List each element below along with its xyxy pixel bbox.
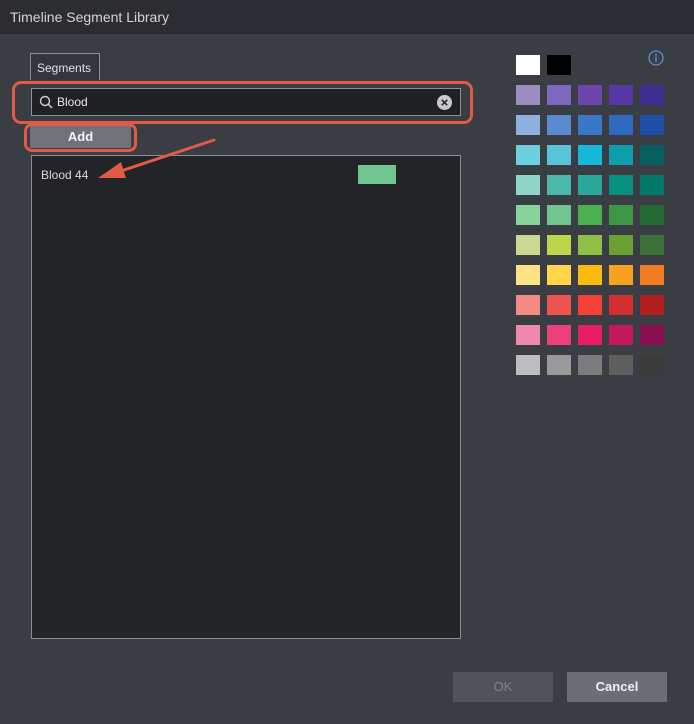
- palette-color-swatch[interactable]: [547, 85, 571, 105]
- palette-color-swatch[interactable]: [547, 115, 571, 135]
- palette-color-swatch[interactable]: [547, 295, 571, 315]
- palette-color-swatch[interactable]: [547, 355, 571, 375]
- add-button[interactable]: Add: [30, 126, 131, 148]
- palette-color-swatch[interactable]: [516, 265, 540, 285]
- segment-color-swatch[interactable]: [358, 165, 396, 184]
- palette-color-swatch[interactable]: [609, 355, 633, 375]
- segment-list[interactable]: Blood 44: [31, 155, 461, 639]
- palette-color-swatch[interactable]: [609, 85, 633, 105]
- search-box[interactable]: [31, 88, 461, 116]
- palette-color-swatch[interactable]: [516, 85, 540, 105]
- palette-color-swatch[interactable]: [609, 175, 633, 195]
- palette-color-swatch[interactable]: [640, 325, 664, 345]
- palette-color-swatch[interactable]: [516, 235, 540, 255]
- palette-color-swatch[interactable]: [547, 55, 571, 75]
- title-bar: Timeline Segment Library: [0, 0, 694, 34]
- palette-color-swatch[interactable]: [516, 295, 540, 315]
- palette-color-swatch[interactable]: [578, 175, 602, 195]
- palette-color-swatch[interactable]: [516, 355, 540, 375]
- palette-color-swatch[interactable]: [609, 265, 633, 285]
- palette-color-swatch[interactable]: [609, 295, 633, 315]
- palette-color-swatch[interactable]: [578, 265, 602, 285]
- palette-color-swatch[interactable]: [516, 325, 540, 345]
- palette-color-swatch[interactable]: [609, 115, 633, 135]
- palette-color-swatch[interactable]: [578, 205, 602, 225]
- segment-name: Blood 44: [41, 168, 89, 182]
- palette-color-swatch[interactable]: [547, 205, 571, 225]
- palette-color-swatch[interactable]: [578, 355, 602, 375]
- window-title: Timeline Segment Library: [10, 9, 169, 25]
- palette-color-swatch[interactable]: [640, 205, 664, 225]
- palette-color-swatch[interactable]: [516, 115, 540, 135]
- palette-color-swatch[interactable]: [516, 175, 540, 195]
- palette-color-swatch[interactable]: [609, 325, 633, 345]
- palette-color-swatch[interactable]: [640, 355, 664, 375]
- search-icon: [39, 95, 53, 109]
- palette-color-swatch[interactable]: [516, 55, 540, 75]
- search-input[interactable]: [57, 92, 427, 112]
- palette-color-swatch[interactable]: [516, 145, 540, 165]
- palette-color-swatch[interactable]: [578, 235, 602, 255]
- palette-color-swatch[interactable]: [578, 145, 602, 165]
- palette-color-swatch[interactable]: [640, 115, 664, 135]
- clear-icon[interactable]: [437, 95, 452, 110]
- palette-color-swatch[interactable]: [547, 235, 571, 255]
- palette-color-swatch[interactable]: [547, 145, 571, 165]
- palette-color-swatch[interactable]: [609, 235, 633, 255]
- cancel-button[interactable]: Cancel: [567, 672, 667, 702]
- palette-color-swatch[interactable]: [640, 145, 664, 165]
- palette-color-swatch[interactable]: [640, 175, 664, 195]
- palette-color-swatch[interactable]: [516, 205, 540, 225]
- palette-color-swatch[interactable]: [640, 295, 664, 315]
- palette-color-swatch[interactable]: [640, 265, 664, 285]
- palette-color-swatch[interactable]: [640, 85, 664, 105]
- list-item[interactable]: Blood 44: [32, 164, 460, 186]
- palette-color-swatch[interactable]: [609, 205, 633, 225]
- palette-color-swatch[interactable]: [578, 325, 602, 345]
- tab-segments[interactable]: Segments: [30, 53, 100, 80]
- palette-color-swatch[interactable]: [547, 265, 571, 285]
- palette-color-swatch[interactable]: [578, 85, 602, 105]
- ok-button[interactable]: OK: [453, 672, 553, 702]
- palette-color-swatch[interactable]: [547, 175, 571, 195]
- palette-color-swatch[interactable]: [640, 235, 664, 255]
- palette-color-swatch[interactable]: [547, 325, 571, 345]
- palette-color-swatch[interactable]: [609, 145, 633, 165]
- palette-color-swatch[interactable]: [578, 115, 602, 135]
- color-palette: [516, 55, 694, 375]
- palette-color-swatch[interactable]: [578, 295, 602, 315]
